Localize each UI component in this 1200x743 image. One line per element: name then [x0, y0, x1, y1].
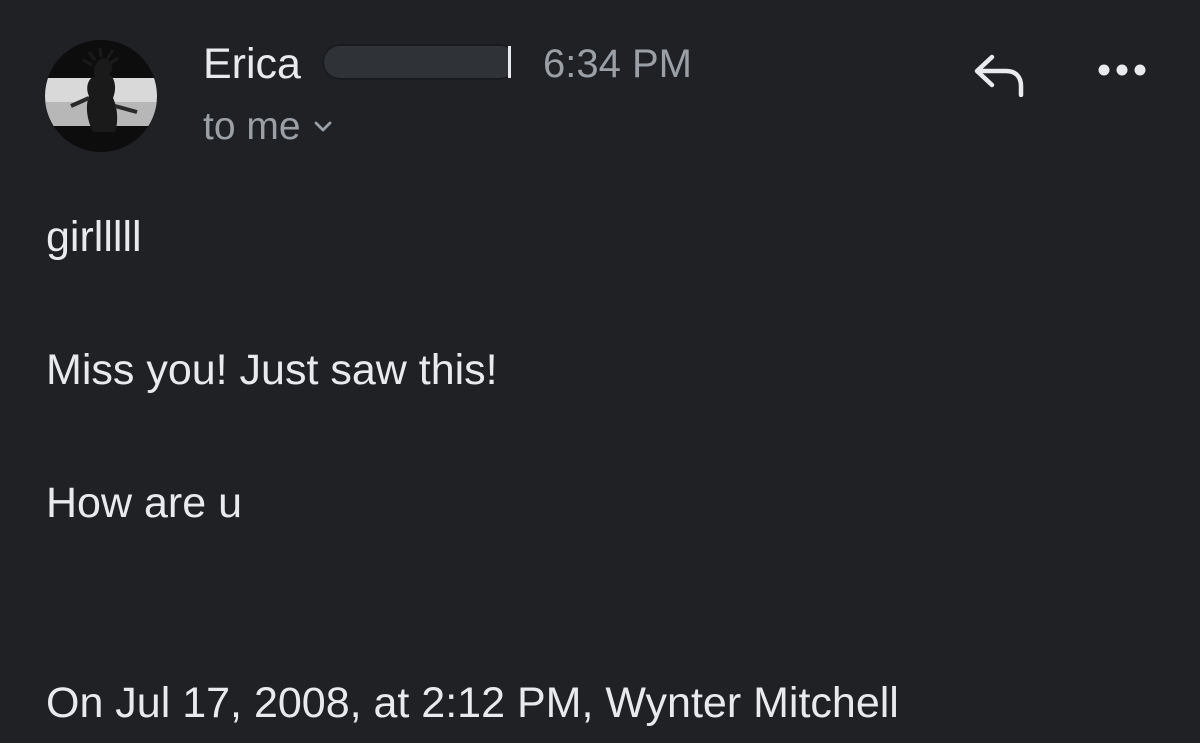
recipient-details-toggle[interactable]: to me	[203, 102, 333, 152]
avatar-photo	[45, 40, 157, 152]
more-options-button[interactable]	[1086, 48, 1158, 96]
quoted-message-header: On Jul 17, 2008, at 2:12 PM, Wynter Mitc…	[46, 679, 899, 727]
reply-arrow-icon	[971, 49, 1027, 102]
email-message-view: Erica 6:34 PM to me girlllll Miss you! J…	[0, 0, 1200, 743]
more-horizontal-icon	[1096, 63, 1148, 82]
chevron-down-icon	[313, 120, 333, 134]
message-time: 6:34 PM	[543, 42, 692, 86]
sender-name[interactable]: Erica	[203, 38, 301, 90]
message-body-line: Miss you! Just saw this!	[46, 346, 498, 394]
sender-avatar[interactable]	[45, 40, 157, 152]
message-body-line: How are u	[46, 479, 242, 527]
message-body-line: girlllll	[46, 213, 142, 261]
recipient-label: to me	[203, 105, 301, 148]
reply-button[interactable]	[962, 44, 1036, 106]
redaction-edge	[508, 46, 523, 78]
redacted-sender-address	[322, 44, 518, 80]
